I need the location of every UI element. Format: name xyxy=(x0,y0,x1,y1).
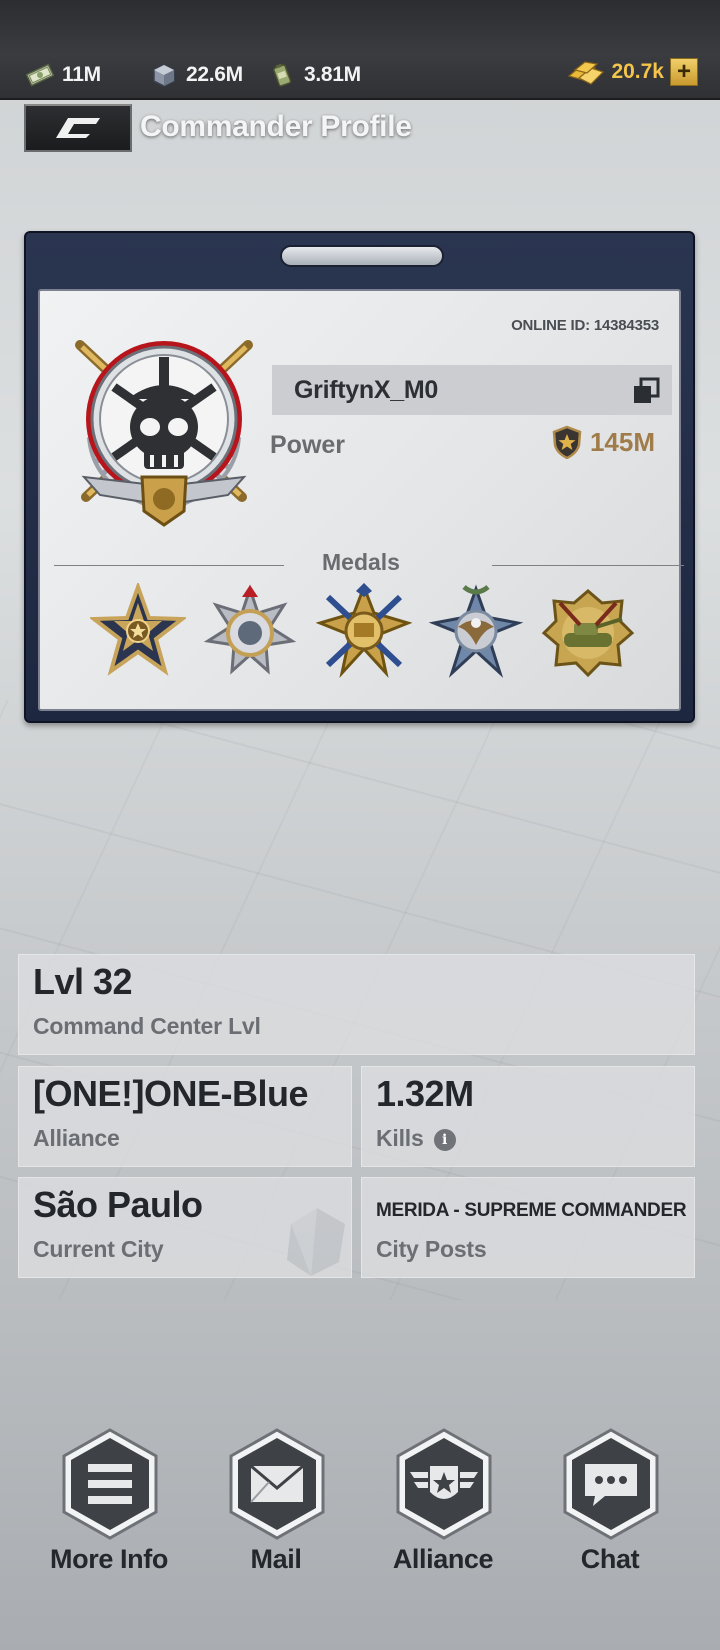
resource-cash[interactable]: 11M xyxy=(26,58,101,92)
power-value-group: 145M xyxy=(552,425,655,459)
back-button[interactable] xyxy=(24,104,132,152)
gold-icon xyxy=(568,61,605,85)
mail-label: Mail xyxy=(250,1544,302,1574)
resource-gold[interactable]: 20.7k + xyxy=(567,58,698,86)
eagle-cross-medal-icon[interactable] xyxy=(428,583,524,679)
city-panel: São Paulo Current City xyxy=(18,1177,352,1278)
city-label: Current City xyxy=(33,1236,164,1262)
commander-name-bar: GriftynX_M0 xyxy=(272,365,672,415)
power-value: 145M xyxy=(589,426,655,457)
chat-button[interactable]: Chat xyxy=(535,1428,685,1578)
gold-cross-medal-icon[interactable] xyxy=(316,583,412,679)
chat-label: Chat xyxy=(580,1544,640,1574)
alliance-panel[interactable]: [ONE!]ONE-Blue Alliance xyxy=(18,1066,352,1167)
kills-label-group: Kills i xyxy=(376,1125,456,1152)
city-posts-panel: MERIDA - SUPREME COMMANDER City Posts xyxy=(361,1177,695,1278)
back-arrow-icon xyxy=(56,118,100,138)
alliance-button[interactable]: Alliance xyxy=(368,1428,518,1578)
page-title: Commander Profile xyxy=(140,110,412,143)
commander-name: GriftynX_M0 xyxy=(294,375,438,404)
power-shield-icon xyxy=(552,425,582,459)
resource-oil[interactable]: 3.81M xyxy=(268,58,361,92)
profile-card: ONLINE ID: 14384353 GriftynX_M0 Power 14… xyxy=(24,231,695,723)
resource-iron[interactable]: 22.6M xyxy=(150,58,243,92)
gold-value: 20.7k xyxy=(611,60,664,83)
alliance-value: [ONE!]ONE-Blue xyxy=(33,1073,309,1114)
city-posts-value: MERIDA - SUPREME COMMANDER xyxy=(376,1200,687,1221)
alliance-label: Alliance xyxy=(33,1125,120,1151)
city-value: São Paulo xyxy=(33,1184,203,1225)
city-posts-label: City Posts xyxy=(376,1236,487,1262)
oil-value: 3.81M xyxy=(304,63,361,86)
cash-value: 11M xyxy=(62,63,101,86)
iron-value: 22.6M xyxy=(186,63,243,86)
star-medal-icon[interactable] xyxy=(90,583,186,679)
alliance-icon xyxy=(396,1428,492,1540)
city-watermark-icon xyxy=(287,1208,345,1276)
tank-medal-icon[interactable] xyxy=(540,583,636,679)
cash-icon xyxy=(26,63,54,87)
mail-icon xyxy=(229,1428,325,1540)
commander-emblem-icon[interactable] xyxy=(64,327,264,531)
online-id: ONLINE ID: 14384353 xyxy=(511,317,659,334)
kills-panel: 1.32M Kills i xyxy=(361,1066,695,1167)
silver-star-medal-icon[interactable] xyxy=(202,583,298,679)
chat-icon xyxy=(563,1428,659,1540)
iron-icon xyxy=(153,64,175,87)
menu-icon xyxy=(62,1428,158,1540)
kills-value: 1.32M xyxy=(376,1073,474,1114)
mail-button[interactable]: Mail xyxy=(201,1428,351,1578)
more-info-button[interactable]: More Info xyxy=(34,1428,184,1578)
resource-bar: 11M 22.6M 3.81M 20.7k + xyxy=(0,0,720,100)
power-label: Power xyxy=(270,431,346,459)
kills-label: Kills xyxy=(376,1125,424,1151)
copy-icon[interactable] xyxy=(632,377,660,405)
oil-icon xyxy=(273,63,292,87)
profile-card-body: ONLINE ID: 14384353 GriftynX_M0 Power 14… xyxy=(38,289,684,711)
more-info-label: More Info xyxy=(50,1544,168,1574)
level-value: Lvl 32 xyxy=(33,961,133,1002)
alliance-label: Alliance xyxy=(392,1544,494,1574)
medals-header: Medals xyxy=(54,549,684,579)
info-icon[interactable]: i xyxy=(433,1129,456,1151)
medals-label: Medals xyxy=(322,549,400,575)
level-label: Command Center Lvl xyxy=(33,1013,261,1039)
level-panel: Lvl 32 Command Center Lvl xyxy=(18,954,695,1055)
card-clip xyxy=(280,245,444,267)
buy-gold-button[interactable]: + xyxy=(670,58,698,86)
